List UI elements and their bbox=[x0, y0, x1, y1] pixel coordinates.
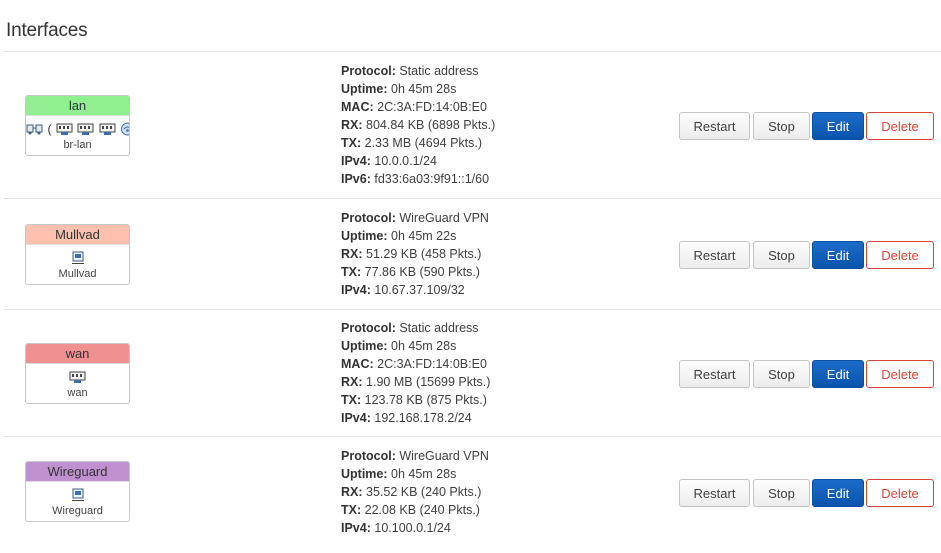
delete-button[interactable]: Delete bbox=[866, 112, 934, 140]
delete-button[interactable]: Delete bbox=[866, 360, 934, 388]
restart-button[interactable]: Restart bbox=[679, 360, 750, 388]
interface-name-wireguard: Wireguard bbox=[26, 462, 129, 482]
title-divider bbox=[4, 51, 941, 52]
detail-ipv4: IPv4: 192.168.178.2/24 bbox=[341, 411, 472, 425]
ethernet-port-icon bbox=[77, 123, 94, 135]
detail-protocol: Protocol: WireGuard VPN bbox=[341, 449, 489, 463]
device-icons-wireguard bbox=[26, 486, 129, 504]
interface-name-wan: wan bbox=[26, 344, 129, 364]
interface-name-mullvad: Mullvad bbox=[26, 225, 129, 245]
interface-row-wan: wan wan Protocol: Static address Uptime:… bbox=[4, 309, 941, 436]
device-name-mullvad: Mullvad bbox=[58, 268, 97, 280]
detail-protocol: Protocol: Static address bbox=[341, 321, 479, 335]
interface-badge-wireguard: Wireguard Wireguard bbox=[25, 461, 130, 522]
detail-rx: RX: 51.29 KB (458 Pkts.) bbox=[341, 247, 482, 261]
interface-details-wireguard: Protocol: WireGuard VPN Uptime: 0h 45m 2… bbox=[341, 447, 489, 537]
detail-ipv4: IPv4: 10.0.0.1/24 bbox=[341, 154, 437, 168]
tunnel-icon bbox=[71, 251, 84, 264]
interface-badge-mullvad: Mullvad Mullvad bbox=[25, 224, 130, 285]
detail-tx: TX: 77.86 KB (590 Pkts.) bbox=[341, 265, 480, 279]
interface-details-wan: Protocol: Static address Uptime: 0h 45m … bbox=[341, 319, 490, 427]
interface-row-lan: lan (br-lan Protocol: Static address Up… bbox=[4, 53, 941, 197]
tunnel-icon bbox=[71, 488, 84, 501]
stop-button[interactable]: Stop bbox=[753, 241, 810, 269]
restart-button[interactable]: Restart bbox=[679, 479, 750, 507]
bridge-icon bbox=[26, 124, 43, 135]
paren-open: ( bbox=[47, 121, 52, 136]
detail-uptime: Uptime: 0h 45m 28s bbox=[341, 339, 457, 353]
stop-button[interactable]: Stop bbox=[753, 479, 810, 507]
device-name-wan: wan bbox=[67, 387, 88, 399]
interface-row-mullvad: Mullvad Mullvad Protocol: WireGuard VPN … bbox=[4, 198, 941, 309]
detail-mac: MAC: 2C:3A:FD:14:0B:E0 bbox=[341, 357, 487, 371]
detail-tx: TX: 123.78 KB (875 Pkts.) bbox=[341, 393, 487, 407]
delete-button[interactable]: Delete bbox=[866, 241, 934, 269]
device-name-wireguard: Wireguard bbox=[52, 505, 103, 517]
device-icons-mullvad bbox=[26, 249, 129, 267]
detail-tx: TX: 22.08 KB (240 Pkts.) bbox=[341, 503, 480, 517]
detail-rx: RX: 1.90 MB (15699 Pkts.) bbox=[341, 375, 491, 389]
restart-button[interactable]: Restart bbox=[679, 241, 750, 269]
ethernet-port-icon bbox=[56, 123, 73, 135]
edit-button[interactable]: Edit bbox=[812, 360, 864, 388]
page-title: Interfaces bbox=[6, 20, 88, 41]
restart-button[interactable]: Restart bbox=[679, 112, 750, 140]
device-icons-lan: ( ) bbox=[26, 120, 129, 138]
edit-button[interactable]: Edit bbox=[812, 112, 864, 140]
delete-button[interactable]: Delete bbox=[866, 479, 934, 507]
detail-tx: TX: 2.33 MB (4694 Pkts.) bbox=[341, 136, 483, 150]
detail-ipv4: IPv4: 10.100.0.1/24 bbox=[341, 521, 451, 535]
stop-button[interactable]: Stop bbox=[753, 360, 810, 388]
detail-uptime: Uptime: 0h 45m 22s bbox=[341, 229, 457, 243]
stop-button[interactable]: Stop bbox=[753, 112, 810, 140]
wifi-icon bbox=[121, 122, 129, 136]
ethernet-port-icon bbox=[69, 371, 86, 383]
interface-badge-lan: lan (br-lan bbox=[25, 95, 130, 156]
ethernet-port-icon bbox=[99, 123, 116, 135]
interface-details-mullvad: Protocol: WireGuard VPN Uptime: 0h 45m 2… bbox=[341, 209, 489, 299]
detail-ipv6: IPv6: fd33:6a03:9f91::1/60 bbox=[341, 172, 490, 186]
interface-name-lan: lan bbox=[26, 96, 129, 116]
edit-button[interactable]: Edit bbox=[812, 241, 864, 269]
device-icons-wan bbox=[26, 368, 129, 386]
interface-details-lan: Protocol: Static address Uptime: 0h 45m … bbox=[341, 62, 495, 188]
detail-uptime: Uptime: 0h 45m 28s bbox=[341, 467, 457, 481]
interface-row-wireguard: Wireguard Wireguard Protocol: WireGuard … bbox=[4, 436, 941, 553]
detail-mac: MAC: 2C:3A:FD:14:0B:E0 bbox=[341, 100, 487, 114]
detail-rx: RX: 804.84 KB (6898 Pkts.) bbox=[341, 118, 496, 132]
detail-protocol: Protocol: Static address bbox=[341, 64, 479, 78]
interface-badge-wan: wan wan bbox=[25, 343, 130, 404]
detail-uptime: Uptime: 0h 45m 28s bbox=[341, 82, 457, 96]
device-name-lan: br-lan bbox=[63, 139, 92, 151]
detail-protocol: Protocol: WireGuard VPN bbox=[341, 211, 489, 225]
detail-ipv4: IPv4: 10.67.37.109/32 bbox=[341, 283, 465, 297]
edit-button[interactable]: Edit bbox=[812, 479, 864, 507]
detail-rx: RX: 35.52 KB (240 Pkts.) bbox=[341, 485, 482, 499]
